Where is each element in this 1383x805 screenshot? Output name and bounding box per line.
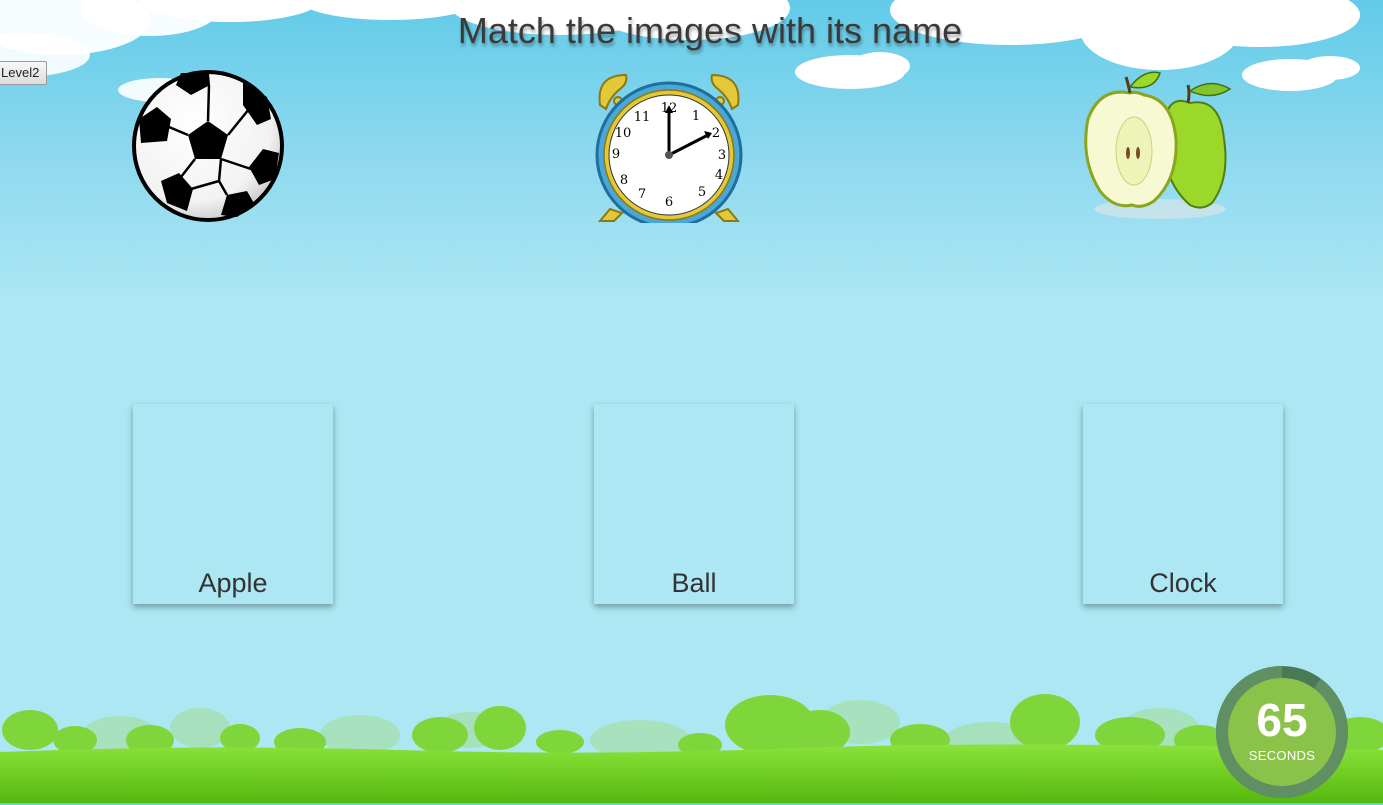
- apple-picture[interactable]: [1080, 69, 1236, 223]
- dropbox-ball[interactable]: Ball: [594, 404, 794, 604]
- dropbox-clock[interactable]: Clock: [1083, 404, 1283, 604]
- clock-num-8: 8: [620, 173, 628, 188]
- clock-num-11: 11: [634, 110, 651, 125]
- page-title: Match the images with its name: [457, 10, 963, 51]
- dropbox-label: Apple: [198, 568, 268, 598]
- dropbox-label: Ball: [671, 568, 717, 598]
- dropbox-label: Clock: [1149, 568, 1217, 598]
- clock-num-9: 9: [612, 147, 620, 162]
- clock-num-10: 10: [615, 126, 632, 141]
- apple-icon: [1084, 71, 1232, 219]
- soccer-ball-icon: [132, 70, 284, 222]
- timer-value: 65: [1256, 694, 1308, 746]
- level-button[interactable]: Level2: [0, 61, 48, 85]
- alarm-clock-picture[interactable]: 12 1 2 3 4 5 6 7 8 9 10 11: [592, 69, 746, 229]
- clock-num-4: 4: [715, 168, 723, 183]
- clock-num-3: 3: [718, 148, 726, 163]
- clock-num-2: 2: [712, 126, 720, 141]
- grass: [0, 744, 1383, 803]
- timer-unit: SECONDS: [1248, 748, 1316, 763]
- clock-num-6: 6: [665, 195, 673, 210]
- clock-num-1: 1: [692, 109, 700, 124]
- countdown-timer: 65 SECONDS: [1214, 664, 1350, 800]
- clock-num-7: 7: [638, 187, 646, 202]
- clock-num-5: 5: [698, 185, 706, 200]
- dropbox-apple[interactable]: Apple: [133, 404, 333, 604]
- alarm-clock-icon: 12 1 2 3 4 5 6 7 8 9 10 11: [595, 73, 743, 229]
- soccer-ball-picture[interactable]: [131, 69, 285, 223]
